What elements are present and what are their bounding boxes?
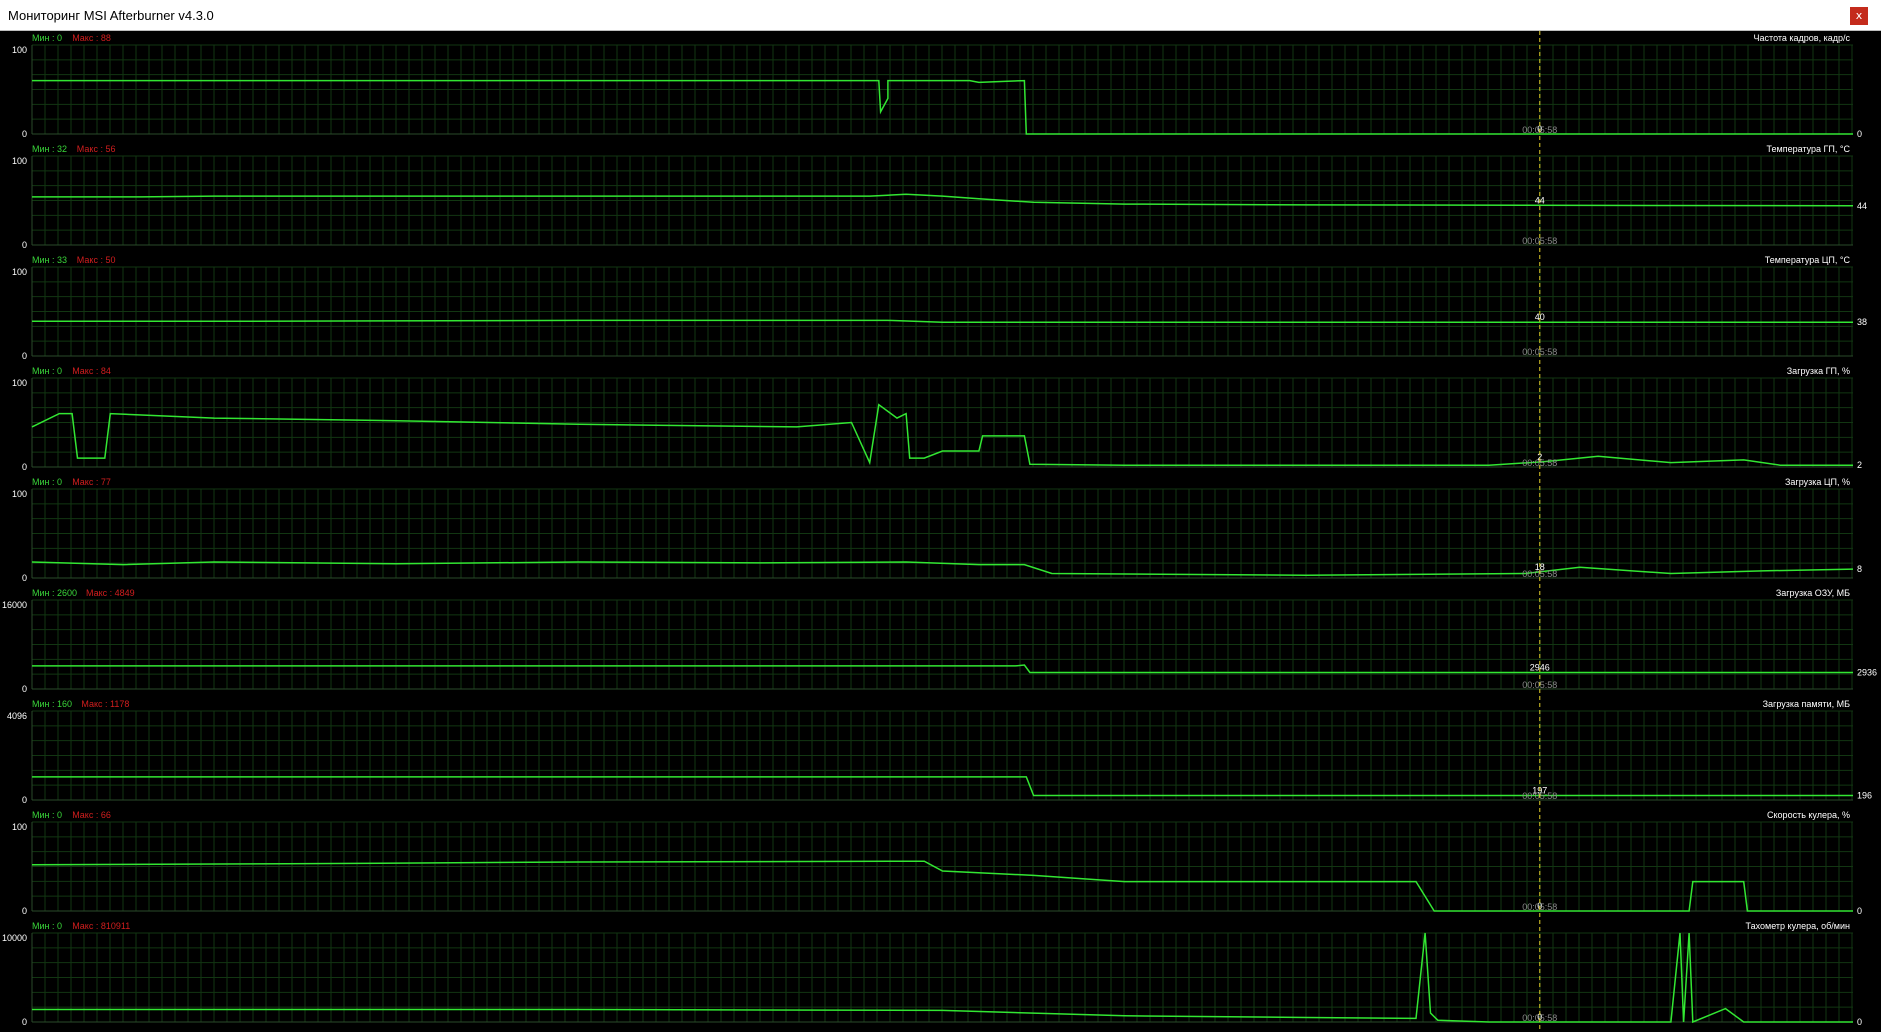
y-min-label: 0	[22, 795, 27, 805]
min-label: Мин : 2600	[32, 588, 77, 598]
monitoring-graph-area[interactable]: Мин : 0 Макс : 88 Частота кадров, кадр/с 10…	[0, 31, 1881, 1032]
max-label: Макс : 88	[72, 33, 111, 43]
min-label: Мин : 32	[32, 144, 67, 154]
y-max-label: 16000	[2, 600, 27, 610]
graph-title: Загрузка ОЗУ, МБ	[1776, 588, 1850, 598]
y-min-label: 0	[22, 462, 27, 472]
graph-panel[interactable]	[31, 266, 1853, 357]
y-max-label: 100	[12, 267, 27, 277]
graph-title: Температура ЦП, °C	[1765, 255, 1851, 265]
min-label: Мин : 0	[32, 810, 62, 820]
graph-panel[interactable]	[31, 821, 1853, 912]
current-value: 0	[1857, 129, 1862, 139]
min-label: Мин : 0	[32, 921, 62, 931]
max-label: Макс : 56	[77, 144, 116, 154]
current-value: 196	[1857, 791, 1872, 801]
y-max-label: 4096	[7, 711, 27, 721]
close-icon: x	[1855, 9, 1863, 22]
graph-panel[interactable]	[31, 377, 1853, 468]
window-titlebar: Мониторинг MSI Afterburner v4.3.0 x	[0, 0, 1881, 31]
graph-title: Загрузка памяти, МБ	[1763, 699, 1850, 709]
max-label: Макс : 66	[72, 810, 111, 820]
graph-title: Загрузка ГП, %	[1787, 366, 1850, 376]
window-title: Мониторинг MSI Afterburner v4.3.0	[8, 8, 214, 23]
graph-title: Температура ГП, °C	[1767, 144, 1851, 154]
y-min-label: 0	[22, 1017, 27, 1027]
min-label: Мин : 0	[32, 33, 62, 43]
monitoring-graphs[interactable]: Мин : 0 Макс : 88 Частота кадров, кадр/с 10…	[0, 31, 1881, 1032]
y-max-label: 100	[12, 822, 27, 832]
graph-panel[interactable]	[31, 488, 1854, 579]
y-max-label: 100	[12, 489, 27, 499]
graph-panel[interactable]	[31, 599, 1853, 690]
current-value: 2	[1857, 460, 1862, 470]
min-label: Мин : 33	[32, 255, 67, 265]
y-max-label: 100	[12, 378, 27, 388]
max-label: Макс : 84	[72, 366, 111, 376]
graph-panel[interactable]	[31, 155, 1854, 246]
graph-title: Скорость кулера, %	[1767, 810, 1850, 820]
graph-title: Тахометр кулера, об/мин	[1746, 921, 1851, 931]
current-value: 8	[1857, 564, 1862, 574]
close-button[interactable]: x	[1850, 7, 1868, 25]
current-value: 0	[1857, 906, 1862, 916]
current-value: 44	[1857, 201, 1867, 211]
min-label: Мин : 0	[32, 477, 62, 487]
graph-title: Частота кадров, кадр/с	[1754, 33, 1851, 43]
max-label: Макс : 50	[77, 255, 116, 265]
y-min-label: 0	[22, 684, 27, 694]
current-value: 38	[1857, 317, 1867, 327]
y-max-label: 10000	[2, 933, 27, 943]
max-label: Макс : 810911	[72, 921, 130, 931]
graph-panel[interactable]	[31, 710, 1853, 801]
y-min-label: 0	[22, 240, 27, 250]
current-value: 2936	[1857, 668, 1877, 678]
graph-title: Загрузка ЦП, %	[1785, 477, 1850, 487]
y-min-label: 0	[22, 906, 27, 916]
graph-panel[interactable]	[31, 932, 1853, 1024]
max-label: Макс : 1178	[81, 699, 129, 709]
max-label: Макс : 77	[72, 477, 111, 487]
y-min-label: 0	[22, 351, 27, 361]
min-label: Мин : 0	[32, 366, 62, 376]
graph-panel[interactable]	[31, 44, 1853, 135]
current-value: 0	[1857, 1017, 1862, 1027]
y-min-label: 0	[22, 573, 27, 583]
y-min-label: 0	[22, 129, 27, 139]
y-max-label: 100	[12, 45, 27, 55]
max-label: Макс : 4849	[86, 588, 135, 598]
y-max-label: 100	[12, 156, 27, 166]
min-label: Мин : 160	[32, 699, 72, 709]
